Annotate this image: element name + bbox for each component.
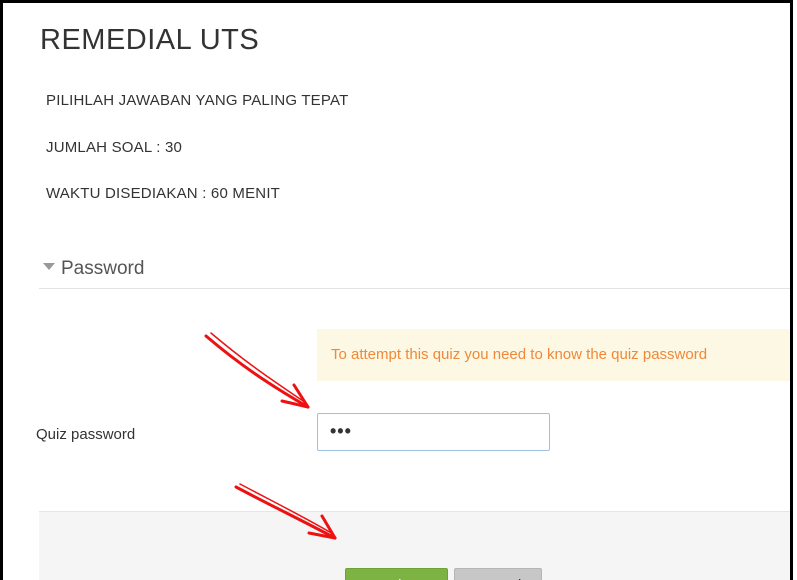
instruction-text: PILIHLAH JAWABAN YANG PALING TEPAT bbox=[46, 92, 349, 109]
password-section-toggle[interactable]: Password bbox=[43, 258, 144, 280]
quiz-password-input[interactable]: ••• bbox=[317, 413, 550, 451]
password-notice: To attempt this quiz you need to know th… bbox=[317, 329, 790, 381]
question-count-text: JUMLAH SOAL : 30 bbox=[46, 139, 183, 156]
password-section-legend: Password bbox=[61, 258, 145, 279]
cancel-button[interactable]: Cancel bbox=[454, 568, 542, 580]
quiz-page: REMEDIAL UTS PILIHLAH JAWABAN YANG PALIN… bbox=[0, 0, 793, 580]
collapse-triangle-icon bbox=[43, 263, 55, 271]
section-divider bbox=[39, 288, 790, 289]
time-limit-text: WAKTU DISEDIAKAN : 60 MENIT bbox=[46, 185, 281, 202]
quiz-password-label: Quiz password bbox=[36, 426, 136, 443]
page-title: REMEDIAL UTS bbox=[40, 24, 260, 56]
continue-button[interactable]: Continue bbox=[345, 568, 448, 580]
